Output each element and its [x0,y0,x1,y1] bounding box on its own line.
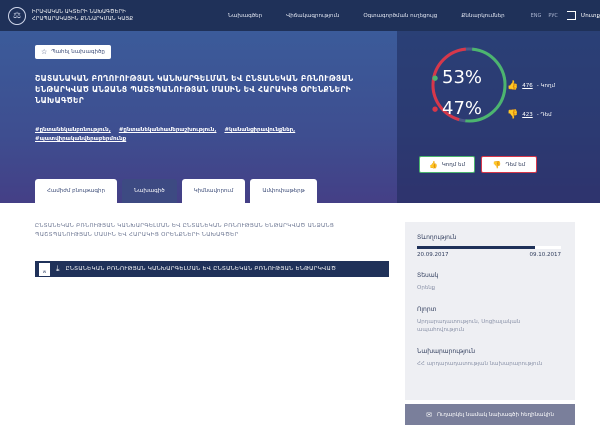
area-label: Ոլորտ [417,306,437,313]
file-name: ԸՆՏԱՆԵԿԱՆ ԲՌՆՈՒԹՅԱՆ ԿԱՆԽԱՐԳԵԼՄԱՆ ԵՎ ԸՆՏԱ… [65,266,337,272]
login-button[interactable]: Մուտք [566,11,600,20]
contact-author-button[interactable]: ✉ Ուղարկել նամակ նախագծի հեղինակին [405,404,575,425]
site-logo[interactable]: ⚖ ԻՐԱՎԱԿԱՆ ԱԿՏԵՐԻ ՆԱԽԱԳԾԵՐԻ ՀՐԱՊԱՐԱԿԱՅԻՆ… [8,6,217,25]
against-count-label: - Դեմ [536,112,552,118]
thumbs-up-icon: 👍 [429,160,438,169]
logo-line-1: ԻՐԱՎԱԿԱՆ ԱԿՏԵՐԻ ՆԱԽԱԳԾԵՐԻ [32,8,126,15]
against-indicator-icon: ● [432,105,439,113]
duration-progress-fill [417,246,536,249]
project-description: ԸՆՏԱՆԵԿԱՆ ԲՌՆՈՒԹՅԱՆ ԿԱՆԽԱՐԳԵԼՄԱՆ ԵՎ ԸՆՏԱ… [35,223,335,238]
type-label: Տեսակ [417,272,439,279]
thumbs-down-icon: 👎 [507,110,519,120]
word-file-icon: W [39,262,50,276]
for-indicator-icon: ● [432,74,439,82]
login-icon [566,11,576,20]
nav-discussions[interactable]: Քննարկումներ [461,13,504,19]
star-icon: ☆ [41,48,48,56]
lang-ru[interactable]: РУС [548,13,558,19]
nav-user-guide[interactable]: Օգտագործման ուղեցույց [363,13,437,19]
against-count[interactable]: 423 [522,112,533,118]
login-label: Մուտք [580,12,600,19]
ministry-label: Նախարարություն [417,348,476,355]
type-value: Օրենք [417,285,436,291]
vote-against-label: Դեմ եմ [505,161,526,168]
ministry-value: ՀՀ արդարադատության նախարարություն [417,361,543,367]
vote-for-button[interactable]: 👍 Կողմ եմ [419,156,475,173]
top-navigation: ⚖ ԻՐԱՎԱԿԱՆ ԱԿՏԵՐԻ ՆԱԽԱԳԾԵՐԻ ՀՐԱՊԱՐԱԿԱՅԻՆ… [0,0,600,31]
language-switcher: ENG РУС [531,13,565,19]
nav-statistics[interactable]: Վիճակագրություն [286,13,339,19]
vote-against-button[interactable]: 👎 Դեմ եմ [481,156,537,173]
for-count-label: - Կողմ [536,83,555,89]
emblem-icon: ⚖ [8,6,26,25]
download-icon: ⤓ [56,264,60,273]
start-date: 20.09.2017 [417,252,449,258]
against-count-stat: 👎 423 - Դեմ [507,110,552,120]
nav-projects[interactable]: Նախագծեր [228,13,262,19]
logo-line-2: ՀՐԱՊԱՐԱԿԱՅԻՆ ՔՆՆԱՐԿՄԱՆ ԿԱՅՔ [32,15,134,22]
tab-overview[interactable]: Ամփոփաթերթ [250,179,317,203]
area-value: Արդարադատություն, Սոցիալական ապահովությո… [417,319,521,333]
for-percent: 53% [442,67,483,88]
thumbs-up-icon: 👍 [507,81,519,91]
end-date: 09.10.2017 [529,252,562,258]
project-info-sidebar: Տևողություն 20.09.2017 09.10.2017 Տեսակ … [405,222,575,400]
main-nav: Նախագծեր Վիճակագրություն Օգտագործման ուղ… [228,13,529,19]
tag-link[interactable]: #ընտանեկանբռնություն, [35,126,111,135]
tab-project[interactable]: Նախագիծ [121,179,177,203]
vote-panel: ● ● 53% 47% 👍 476 - Կողմ 👎 423 - Դեմ 👍 Կ… [397,31,600,203]
tag-link[interactable]: #կանանցիրավունքներ, [224,126,295,135]
tab-justification[interactable]: Կիմնավորում [181,179,246,203]
lang-en[interactable]: ENG [531,13,542,19]
save-label: Պահել նախագիծը [51,49,105,55]
tag-list: #ընտանեկանբռնություն, #ընտանեկանհամերաշխ… [35,126,380,144]
duration-dates: 20.09.2017 09.10.2017 [417,252,561,258]
contact-author-label: Ուղարկել նամակ նախագծի հեղինակին [436,411,554,418]
duration-label: Տևողություն [417,234,457,241]
against-percent: 47% [442,98,483,119]
thumbs-down-icon: 👎 [492,160,502,169]
save-project-button[interactable]: ☆ Պահել նախագիծը [35,45,111,59]
duration-progress [417,246,561,249]
project-title: ՇԱՏԱՆԱԿԱՆ ԲՈՂՈՒՈՒԹՅԱՆ ԿԱՆԽԱՐԳԵԼՄԱՆ ԵՎ ԸՆ… [35,74,354,105]
for-count-stat: 👍 476 - Կողմ [507,81,555,91]
tab-summary[interactable]: Համիժմ բնութագիր [35,179,117,203]
tag-link[interactable]: #ընտանեկանհամերաշխություն, [119,126,217,135]
file-download-link[interactable]: W ⤓ ԸՆՏԱՆԵԿԱՆ ԲՌՆՈՒԹՅԱՆ ԿԱՆԽԱՐԳԵԼՄԱՆ ԵՎ … [35,261,389,277]
project-hero: ☆ Պահել նախագիծը ՇԱՏԱՆԱԿԱՆ ԲՈՂՈՒՈՒԹՅԱՆ Կ… [0,31,600,203]
for-count[interactable]: 476 [522,83,533,89]
tag-link[interactable]: #պատվիրականվերաբերմունք [35,135,126,144]
vote-for-label: Կողմ եմ [441,161,465,168]
mail-icon: ✉ [426,410,432,419]
project-tabs: Համիժմ բնութագիր Նախագիծ Կիմնավորում Ամփ… [35,179,322,203]
